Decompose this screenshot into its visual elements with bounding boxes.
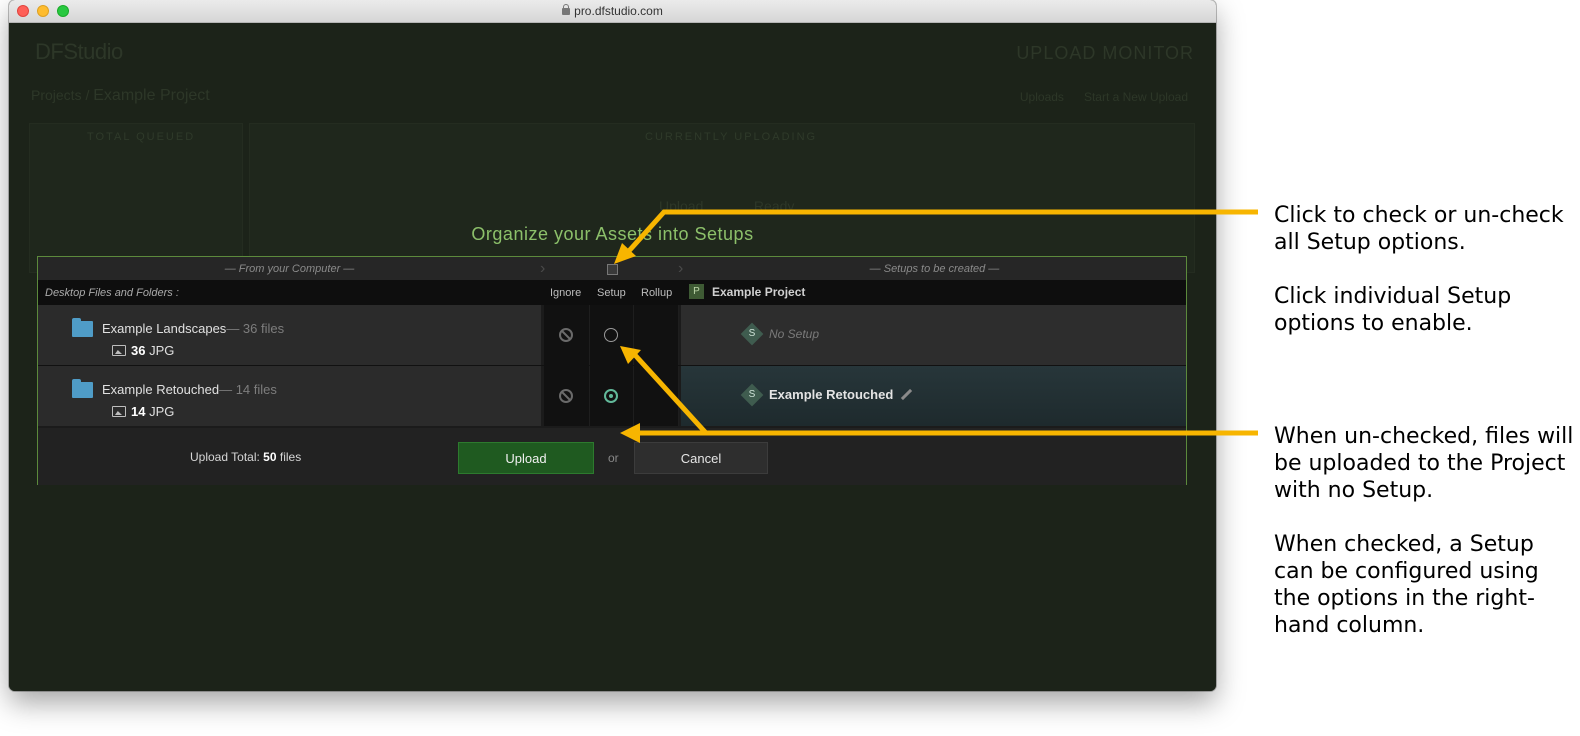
annotation-text: When checked, a Setup can be configured … bbox=[1274, 532, 1539, 638]
table-row: Example Retouched— 14 files 14 JPG S Exa… bbox=[38, 366, 1186, 426]
page-content: DFStudio UPLOAD MONITOR Projects / Examp… bbox=[9, 23, 1216, 691]
annotation-text: Click individual Setup options to enable… bbox=[1274, 284, 1512, 336]
image-files-icon bbox=[112, 406, 126, 417]
edit-pencil-icon[interactable] bbox=[900, 388, 913, 401]
desktop-files-label: Desktop Files and Folders : bbox=[45, 287, 179, 299]
ignore-cell bbox=[544, 305, 590, 365]
top-actions: Uploads Start a New Upload bbox=[1020, 90, 1188, 104]
ignore-cell bbox=[544, 366, 590, 426]
organize-modal: — From your Computer — › › — Setups to b… bbox=[37, 256, 1187, 485]
project-name: Example Project bbox=[712, 285, 806, 299]
project-badge-icon: P bbox=[689, 284, 704, 299]
cancel-button[interactable]: Cancel bbox=[634, 442, 768, 474]
annotation-text: Click to check or un-check all Setup opt… bbox=[1274, 203, 1564, 255]
folder-icon bbox=[72, 318, 93, 337]
upload-total: Upload Total: 50 files bbox=[190, 450, 302, 464]
rollup-cell[interactable] bbox=[634, 366, 679, 426]
setup-cell bbox=[590, 305, 634, 365]
ignore-icon[interactable] bbox=[559, 328, 573, 342]
url-text: pro.dfstudio.com bbox=[574, 4, 663, 18]
modal-footer: Upload Total: 50 files Upload or Cancel bbox=[38, 428, 1186, 485]
or-label: or bbox=[608, 451, 619, 465]
annotation-setup-behavior: When un-checked, files will be uploaded … bbox=[1274, 423, 1574, 666]
total-queued-panel bbox=[29, 123, 243, 273]
setup-badge-icon: S bbox=[740, 383, 764, 407]
uploading-message: Upload ........... Ready bbox=[659, 198, 795, 214]
modal-header: — From your Computer — › › — Setups to b… bbox=[38, 257, 1186, 280]
setup-column-header: Setup bbox=[597, 287, 626, 299]
option-cells bbox=[544, 366, 679, 426]
total-queued-header: TOTAL QUEUED bbox=[87, 131, 196, 143]
ignore-icon[interactable] bbox=[559, 389, 573, 403]
table-row: Example Landscapes— 36 files 36 JPG S No… bbox=[38, 305, 1186, 365]
file-type-summary: 14 JPG bbox=[131, 404, 175, 419]
option-cells bbox=[544, 305, 679, 365]
folder-cell: Example Landscapes— 36 files 36 JPG bbox=[38, 305, 541, 365]
organize-title: Organize your Assets into Setups bbox=[471, 224, 754, 244]
file-type-summary: 36 JPG bbox=[131, 343, 175, 358]
annotation-text: When un-checked, files will be uploaded … bbox=[1274, 424, 1574, 503]
setups-to-create-label: — Setups to be created — bbox=[869, 263, 1000, 275]
setup-label: No Setup bbox=[769, 327, 820, 341]
setup-preview-cell: S No Setup bbox=[681, 305, 1186, 365]
setup-badge-icon: S bbox=[740, 322, 764, 346]
setup-name[interactable]: Example Retouched bbox=[769, 387, 893, 402]
folder-cell: Example Retouched— 14 files 14 JPG bbox=[38, 366, 541, 426]
currently-uploading-header: CURRENTLY UPLOADING bbox=[645, 131, 818, 143]
breadcrumb-prefix[interactable]: Projects / bbox=[31, 87, 89, 103]
address-bar[interactable]: pro.dfstudio.com bbox=[9, 4, 1216, 18]
upload-button[interactable]: Upload bbox=[458, 442, 594, 474]
folder-name: Example Retouched— 14 files bbox=[102, 382, 277, 397]
from-computer-label: — From your Computer — bbox=[224, 263, 355, 275]
browser-window: pro.dfstudio.com DFStudio UPLOAD MONITOR… bbox=[9, 0, 1216, 691]
breadcrumb: Projects / Example Project bbox=[31, 87, 210, 105]
page-title: UPLOAD MONITOR bbox=[1016, 43, 1194, 63]
folder-file-count: — 14 files bbox=[219, 382, 277, 397]
setup-preview-cell: S Example Retouched bbox=[681, 366, 1186, 426]
lock-icon bbox=[562, 4, 571, 15]
rollup-cell[interactable] bbox=[634, 305, 679, 365]
setup-radio[interactable] bbox=[604, 328, 618, 342]
folder-file-count: — 36 files bbox=[226, 321, 285, 336]
start-new-upload-link[interactable]: Start a New Upload bbox=[1084, 90, 1188, 104]
view-uploads-link[interactable]: Uploads bbox=[1020, 90, 1064, 104]
setup-cell bbox=[590, 366, 634, 426]
annotation-select-all: Click to check or un-check all Setup opt… bbox=[1274, 202, 1574, 364]
breadcrumb-project[interactable]: Example Project bbox=[93, 87, 210, 104]
column-headers: Desktop Files and Folders : Ignore Setup… bbox=[38, 280, 1186, 305]
title-bar: pro.dfstudio.com bbox=[9, 0, 1216, 23]
folder-name: Example Landscapes— 36 files bbox=[102, 321, 285, 336]
setup-radio-checked[interactable] bbox=[604, 389, 618, 403]
folder-icon bbox=[72, 379, 93, 398]
setup-all-checkbox[interactable] bbox=[607, 264, 618, 275]
rollup-column-header: Rollup bbox=[641, 287, 673, 299]
app-logo: DFStudio bbox=[35, 39, 123, 64]
chevron-right-icon: › bbox=[540, 260, 546, 277]
image-files-icon bbox=[112, 345, 126, 356]
ignore-column-header: Ignore bbox=[550, 287, 582, 299]
